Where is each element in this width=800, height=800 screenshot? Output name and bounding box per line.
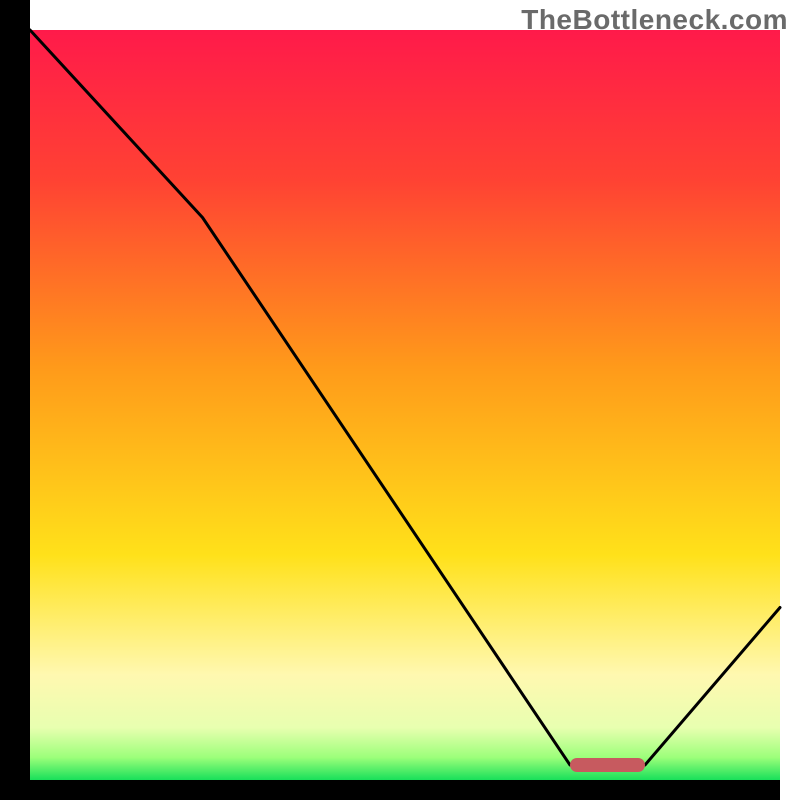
plot-background	[30, 30, 780, 780]
x-axis	[0, 780, 780, 800]
watermark-text: TheBottleneck.com	[521, 4, 788, 36]
optimal-marker	[570, 758, 645, 772]
chart-container: TheBottleneck.com	[0, 0, 800, 800]
chart-svg	[0, 0, 800, 800]
y-axis	[0, 0, 30, 800]
